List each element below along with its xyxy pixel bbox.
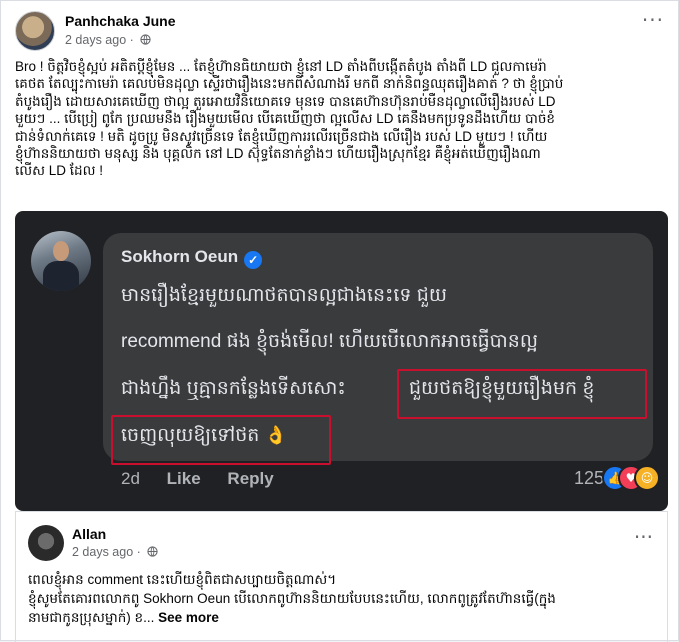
commenter-name: Sokhorn Oeun ✓ [121, 247, 263, 269]
post-timestamp[interactable]: 2 days ago [65, 33, 126, 47]
globe-icon [147, 546, 158, 557]
reply-text-line-part: នាមជាកូនប្រុសម្នាក់) ខ... [28, 610, 155, 625]
reaction-icons: 👍 ♥ ☺ [602, 465, 660, 491]
post-card: Panhchaka June 2 days ago · ··· Bro ! ចិ… [0, 0, 679, 642]
post-text-line: ជាន់ទំលាក់គេទេ ! មតិ ដូចប្រូ មិនសូវច្រើន… [15, 128, 548, 144]
post-text-line: Bro ! ចិត្តវិចខ្ញុំស្អប់ អតិតប្ដីខ្ញុំមែ… [15, 59, 547, 74]
reply-timestamp[interactable]: 2 days ago [72, 545, 133, 559]
like-button[interactable]: Like [167, 469, 201, 488]
post-author-name[interactable]: Panhchaka June [65, 13, 176, 29]
post-text-line: តំបូងរឿង ដោយសារគេឃើញ ថាល្អ តួរអោយវិនិយោគ… [15, 93, 556, 109]
reply-author-name[interactable]: Allan [72, 526, 106, 542]
reaction-count: 125 [573, 468, 604, 488]
comment-bubble: Sokhorn Oeun ✓ មានរឿងខ្មែរមួយណាថតបានល្អជា… [103, 233, 653, 465]
post-meta: 2 days ago · [65, 33, 151, 47]
care-reaction-icon: ☺ [634, 465, 660, 491]
verified-badge-icon: ✓ [244, 251, 263, 269]
comment-line: recommend ផង ខ្ញុំចង់មើល! ហើយបើលោកអាចធ្វ… [121, 331, 538, 352]
post-text-line: លើស LD ដែល ! [15, 163, 103, 179]
reply-text: ពេលខ្ញុំអាន comment នេះហើយខ្ញុំពិតជាសប្ប… [28, 570, 658, 627]
post-text-line: មួយៗ ... បើប្រៀ ពូកែ ប្រឈមនឹង រឿងមួយមើល … [15, 111, 555, 127]
post-text-line: ខ្ញុំហ៊ាននិយាយថា មនុស្ស និង បុគ្គលិក នៅ … [15, 146, 541, 162]
post-text: Bro ! ចិត្តវិចខ្ញុំស្អប់ អតិតប្ដីខ្ញុំមែ… [15, 58, 665, 180]
highlight-box [111, 415, 331, 465]
more-options-icon[interactable]: ··· [634, 527, 653, 547]
reply-meta: 2 days ago · [72, 545, 158, 559]
globe-icon [140, 34, 151, 45]
more-options-icon[interactable]: ··· [642, 10, 664, 30]
reply-text-line: ពេលខ្ញុំអាន comment នេះហើយខ្ញុំពិតជាសប្ប… [28, 572, 337, 587]
meta-separator: · [136, 545, 141, 559]
reply-text-line: នាមជាកូនប្រុសម្នាក់) ខ... See more [28, 608, 658, 627]
reply-button[interactable]: Reply [227, 469, 273, 488]
avatar[interactable] [28, 525, 64, 561]
post-text-line: គេថត តែល្បុះកាមេរ៉ា គេលប់មិនដុល្លា ស្ទើរ… [15, 76, 564, 92]
commenter-avatar [31, 231, 91, 291]
reply-text-line: ខ្ញុំសូមតែគោរពលោកពូ Sokhorn Oeun បើលោកពូ… [28, 591, 556, 606]
highlight-box [397, 369, 647, 419]
comment-line: ជាងហ្នឹង ឬគ្មានកន្លែងទើសសោះ [121, 378, 346, 399]
comment-line: មានរឿងខ្មែរមួយណាថតបានល្អជាងនេះទេ ជួយ [121, 285, 447, 306]
meta-separator: · [129, 33, 134, 47]
commenter-name-text: Sokhorn Oeun [121, 247, 239, 266]
avatar[interactable] [15, 11, 55, 51]
see-more-link[interactable]: See more [158, 610, 219, 625]
shared-comment-screenshot[interactable]: Sokhorn Oeun ✓ មានរឿងខ្មែរមួយណាថតបានល្អជា… [15, 211, 668, 511]
comment-actions: 2d Like Reply [121, 469, 296, 489]
comment-time: 2d [121, 469, 140, 488]
reply-post: Allan 2 days ago · ··· ពេលខ្ញុំអាន comme… [15, 512, 668, 642]
